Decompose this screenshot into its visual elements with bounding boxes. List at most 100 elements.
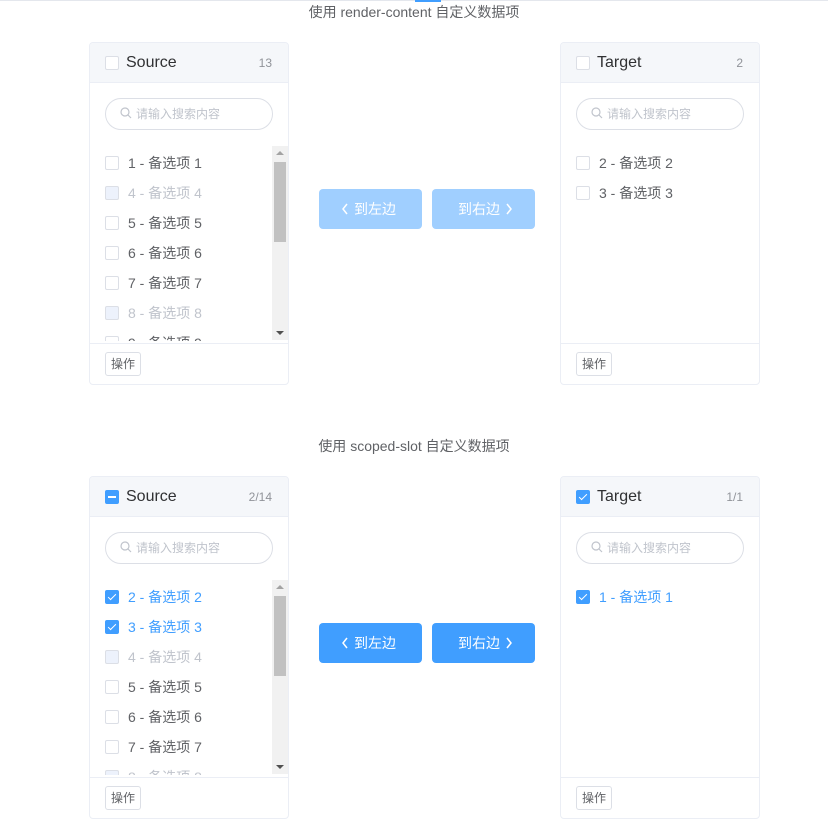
section-title-scoped-slot: 使用 scoped-slot 自定义数据项: [318, 438, 510, 454]
list-item[interactable]: 5 - 备选项 5: [105, 677, 202, 697]
panel-title: Source: [126, 54, 177, 71]
item-checkbox[interactable]: [105, 276, 119, 290]
to-right-label: 到右边: [458, 201, 500, 217]
panel-header: Target 2: [561, 43, 759, 83]
scrollbar-thumb[interactable]: [274, 162, 286, 242]
search-input[interactable]: [136, 539, 266, 557]
item-label: 7 - 备选项 7: [128, 275, 202, 291]
operation-button[interactable]: 操作: [576, 786, 613, 810]
item-label: 2 - 备选项 2: [599, 155, 673, 171]
list-item[interactable]: 7 - 备选项 7: [105, 273, 202, 293]
item-label: 5 - 备选项 5: [128, 679, 202, 695]
list-item: 4 - 备选项 4: [105, 183, 202, 203]
operation-button[interactable]: 操作: [105, 352, 142, 376]
list-item[interactable]: 6 - 备选项 6: [105, 707, 202, 727]
item-checkbox[interactable]: [576, 156, 590, 170]
scrollbar-thumb[interactable]: [274, 596, 286, 676]
search-icon: [120, 107, 132, 119]
list-item[interactable]: 3 - 备选项 3: [576, 183, 673, 203]
item-checkbox: [105, 770, 119, 775]
panel-count: 1/1: [726, 490, 743, 504]
select-all-checkbox[interactable]: [105, 490, 119, 504]
scrollbar[interactable]: [272, 580, 288, 774]
search-box: [576, 98, 744, 130]
item-label: 2 - 备选项 2: [128, 589, 202, 605]
panel-title: Target: [597, 54, 642, 71]
panel-count: 2/14: [248, 490, 272, 504]
search-icon: [591, 107, 603, 119]
operation-button[interactable]: 操作: [576, 352, 613, 376]
to-left-button: 到左边: [319, 189, 422, 229]
list-item[interactable]: 2 - 备选项 2: [576, 153, 673, 173]
search-input[interactable]: [136, 105, 266, 123]
top-divider: [0, 0, 828, 1]
panel-footer: 操作: [561, 343, 759, 384]
item-label: 6 - 备选项 6: [128, 245, 202, 261]
item-checkbox[interactable]: [576, 590, 590, 604]
scroll-down-arrow-icon[interactable]: [272, 326, 288, 340]
item-label: 1 - 备选项 1: [128, 155, 202, 171]
item-label: 3 - 备选项 3: [599, 185, 673, 201]
search-box: [105, 532, 273, 564]
target-panel: Target 1/1 1 - 备选项 1 操作: [560, 476, 760, 819]
chevron-right-icon: [506, 203, 512, 215]
to-right-button[interactable]: 到右边: [432, 623, 535, 663]
item-label: 1 - 备选项 1: [599, 589, 673, 605]
target-panel: Target 2 2 - 备选项 2 3 - 备选项 3 操作: [560, 42, 760, 385]
to-left-button[interactable]: 到左边: [319, 623, 422, 663]
item-checkbox[interactable]: [105, 710, 119, 724]
item-label: 4 - 备选项 4: [128, 185, 202, 201]
scrollbar[interactable]: [272, 146, 288, 340]
scroll-down-arrow-icon[interactable]: [272, 760, 288, 774]
list-item[interactable]: 3 - 备选项 3: [105, 617, 202, 637]
item-checkbox: [105, 650, 119, 664]
list-item[interactable]: 6 - 备选项 6: [105, 243, 202, 263]
list-item[interactable]: 1 - 备选项 1: [105, 153, 202, 173]
item-checkbox[interactable]: [105, 216, 119, 230]
to-right-label: 到右边: [458, 635, 500, 651]
operation-button[interactable]: 操作: [105, 786, 142, 810]
list-item[interactable]: 7 - 备选项 7: [105, 737, 202, 757]
to-right-button: 到右边: [432, 189, 535, 229]
item-list: 2 - 备选项 2 3 - 备选项 3 4 - 备选项 4 5 - 备选项 5 …: [90, 580, 288, 775]
item-checkbox[interactable]: [105, 156, 119, 170]
item-checkbox[interactable]: [105, 246, 119, 260]
item-checkbox[interactable]: [105, 336, 119, 341]
item-label: 8 - 备选项 8: [128, 767, 202, 775]
section-title-render-content: 使用 render-content 自定义数据项: [308, 4, 520, 20]
select-all-checkbox[interactable]: [576, 490, 590, 504]
panel-footer: 操作: [90, 343, 288, 384]
item-checkbox[interactable]: [105, 740, 119, 754]
item-list: 1 - 备选项 1: [561, 580, 759, 775]
search-icon: [591, 541, 603, 553]
item-label: 7 - 备选项 7: [128, 739, 202, 755]
chevron-left-icon: [342, 637, 348, 649]
panel-header: Source 2/14: [90, 477, 288, 517]
item-checkbox[interactable]: [105, 680, 119, 694]
list-item[interactable]: 5 - 备选项 5: [105, 213, 202, 233]
panel-header: Target 1/1: [561, 477, 759, 517]
panel-count: 2: [736, 56, 743, 70]
select-all-checkbox[interactable]: [576, 56, 590, 70]
panel-title: Source: [126, 488, 177, 505]
list-item[interactable]: 2 - 备选项 2: [105, 587, 202, 607]
item-list: 1 - 备选项 1 4 - 备选项 4 5 - 备选项 5 6 - 备选项 6 …: [90, 146, 288, 341]
source-panel: Source 13 1 - 备选项 1 4 - 备选项 4 5 - 备选项 5 …: [89, 42, 289, 385]
item-checkbox[interactable]: [105, 620, 119, 634]
list-item[interactable]: 1 - 备选项 1: [576, 587, 673, 607]
search-input[interactable]: [607, 105, 737, 123]
panel-count: 13: [258, 56, 272, 70]
search-icon: [120, 541, 132, 553]
item-checkbox[interactable]: [105, 590, 119, 604]
select-all-checkbox[interactable]: [105, 56, 119, 70]
item-label: 4 - 备选项 4: [128, 649, 202, 665]
search-box: [105, 98, 273, 130]
scroll-up-arrow-icon[interactable]: [272, 146, 288, 160]
list-item[interactable]: 9 - 备选项 9: [105, 333, 202, 341]
item-checkbox[interactable]: [576, 186, 590, 200]
scroll-up-arrow-icon[interactable]: [272, 580, 288, 594]
search-box: [576, 532, 744, 564]
panel-footer: 操作: [90, 777, 288, 818]
item-label: 8 - 备选项 8: [128, 305, 202, 321]
search-input[interactable]: [607, 539, 737, 557]
